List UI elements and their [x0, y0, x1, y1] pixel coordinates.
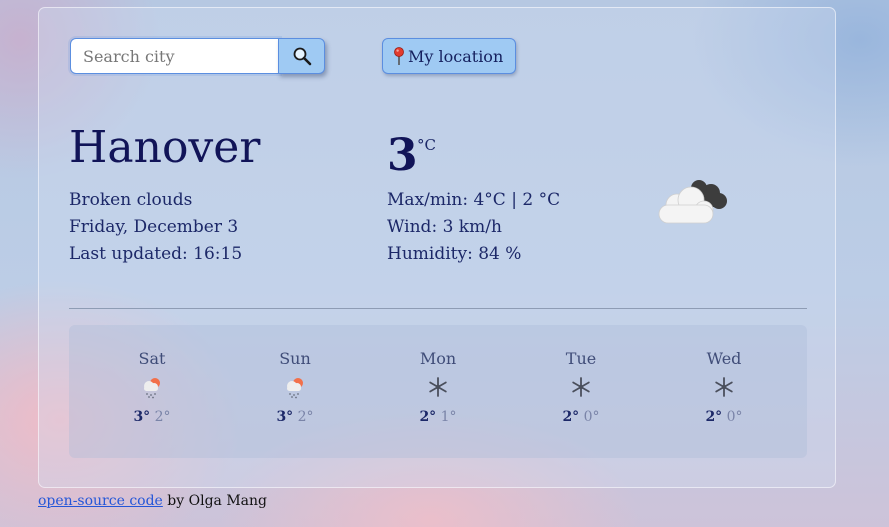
weather-description: Broken clouds: [69, 190, 193, 210]
forecast-min: 0°: [726, 409, 743, 425]
forecast-min: 1°: [440, 409, 457, 425]
forecast-max: 3°: [133, 409, 151, 425]
forecast-min: 0°: [583, 409, 600, 425]
snowflake-icon: [541, 375, 621, 403]
forecast-day: Sun 3° 2°: [255, 349, 335, 425]
forecast-temps: 3° 2°: [255, 409, 335, 425]
current-date: Friday, December 3: [69, 217, 239, 237]
snowflake-icon: [684, 375, 764, 403]
wind-speed: Wind: 3 km/h: [387, 217, 502, 237]
forecast-max: 3°: [276, 409, 294, 425]
forecast-temps: 2° 0°: [684, 409, 764, 425]
snow-cloud-sun-icon: [112, 375, 192, 403]
forecast-temps: 3° 2°: [112, 409, 192, 425]
divider: [69, 308, 807, 309]
forecast-day-name: Wed: [706, 349, 742, 368]
forecast-panel: Sat 3° 2° Sun 3° 2° Mon 2° 1° Tue 2° 0° …: [69, 325, 807, 458]
current-temperature: 3: [387, 130, 418, 181]
search-button[interactable]: [278, 38, 325, 74]
forecast-max: 2°: [562, 409, 580, 425]
humidity: Humidity: 84 %: [387, 244, 522, 264]
footer: open-source code by Olga Mang: [38, 493, 267, 509]
weather-card: My location Hanover Broken clouds Friday…: [38, 7, 836, 488]
my-location-label: My location: [408, 46, 504, 66]
forecast-temps: 2° 1°: [398, 409, 478, 425]
forecast-min: 2°: [154, 409, 171, 425]
forecast-temps: 2° 0°: [541, 409, 621, 425]
forecast-day-name: Sun: [279, 349, 311, 368]
forecast-max: 2°: [419, 409, 437, 425]
snow-cloud-sun-icon: [255, 375, 335, 403]
max-min-temperature: Max/min: 4°C | 2 °C: [387, 190, 561, 210]
search-input[interactable]: [70, 38, 280, 74]
forecast-min: 2°: [297, 409, 314, 425]
forecast-day-name: Sat: [138, 349, 166, 368]
my-location-button[interactable]: My location: [382, 38, 517, 74]
last-updated: Last updated: 16:15: [69, 244, 243, 264]
forecast-day: Wed 2° 0°: [684, 349, 764, 425]
forecast-max: 2°: [705, 409, 723, 425]
magnifier-icon: [293, 47, 311, 66]
forecast-day: Sat 3° 2°: [112, 349, 192, 425]
city-name: Hanover: [69, 122, 261, 173]
forecast-day-name: Tue: [565, 349, 597, 368]
current-summary: Broken clouds Friday, December 3 Last up…: [69, 187, 242, 268]
temperature-unit: °C: [417, 136, 436, 154]
source-code-link[interactable]: open-source code: [38, 493, 163, 509]
snowflake-icon: [398, 375, 478, 403]
forecast-day: Tue 2° 0°: [541, 349, 621, 425]
forecast-day: Mon 2° 1°: [398, 349, 478, 425]
pin-icon: [394, 47, 404, 65]
broken-clouds-icon: [658, 180, 727, 224]
forecast-day-name: Mon: [419, 349, 457, 368]
current-details: Max/min: 4°C | 2 °C Wind: 3 km/h Humidit…: [387, 187, 560, 268]
footer-credit: by Olga Mang: [162, 493, 267, 509]
